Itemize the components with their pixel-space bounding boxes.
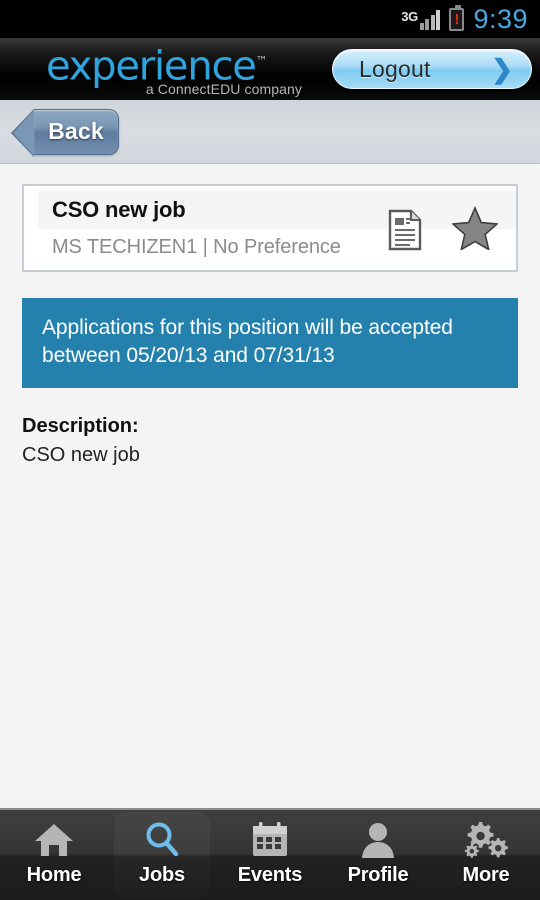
tab-events-label: Events	[237, 864, 303, 886]
status-bar: 3G ! 9:39	[0, 0, 540, 38]
bottom-tab-bar: Home Jobs Events Profile More	[0, 808, 540, 900]
trademark-icon: ™	[255, 54, 268, 68]
signal-bars-icon: 3G	[401, 8, 441, 30]
chevron-right-icon: ❯	[491, 54, 513, 84]
banner-line-2: between 05/20/13 and 07/31/13	[42, 344, 335, 367]
application-window-banner: Applications for this position will be a…	[22, 298, 518, 388]
star-icon[interactable]	[451, 205, 499, 254]
back-button[interactable]: Back	[11, 108, 119, 157]
job-card-actions	[388, 186, 499, 274]
home-icon	[33, 819, 75, 861]
battery-alert-icon: !	[449, 4, 465, 31]
search-icon	[142, 819, 182, 861]
back-button-label: Back	[48, 118, 104, 144]
tab-home[interactable]: Home	[0, 810, 108, 900]
app-screen: 3G ! 9:39 experience™ a ConnectEDU compa…	[0, 0, 540, 900]
person-icon	[358, 819, 398, 861]
logout-label: Logout	[359, 55, 431, 82]
battery-alert-label: !	[454, 10, 460, 28]
tab-profile[interactable]: Profile	[324, 810, 432, 900]
tab-more-label: More	[462, 864, 510, 886]
tab-jobs[interactable]: Jobs	[108, 810, 216, 900]
app-header: experience™ a ConnectEDU company Logout …	[0, 38, 540, 100]
description-text: CSO new job	[22, 444, 140, 466]
tab-jobs-label: Jobs	[139, 864, 185, 886]
calendar-icon	[250, 819, 290, 861]
document-icon[interactable]	[388, 209, 422, 251]
signal-strength-icon	[419, 8, 441, 30]
description-label: Description:	[22, 415, 139, 437]
back-bar: Back	[0, 100, 540, 164]
gears-icon	[464, 819, 508, 861]
tab-home-label: Home	[26, 864, 82, 886]
description-section: Description: CSO new job	[22, 412, 518, 470]
brand-logo: experience™ a ConnectEDU company	[46, 42, 316, 97]
tab-profile-label: Profile	[347, 864, 409, 886]
tab-more[interactable]: More	[432, 810, 540, 900]
job-card[interactable]: CSO new job MS TECHIZEN1 | No Preference	[22, 184, 518, 272]
brand-name: experience™	[46, 42, 316, 86]
tab-events[interactable]: Events	[216, 810, 324, 900]
banner-line-1: Applications for this position will be a…	[42, 316, 453, 339]
network-type-label: 3G	[401, 9, 418, 24]
logout-button[interactable]: Logout ❯	[332, 49, 532, 89]
content-area: CSO new job MS TECHIZEN1 | No Preference	[0, 164, 540, 808]
status-clock: 9:39	[473, 3, 528, 34]
